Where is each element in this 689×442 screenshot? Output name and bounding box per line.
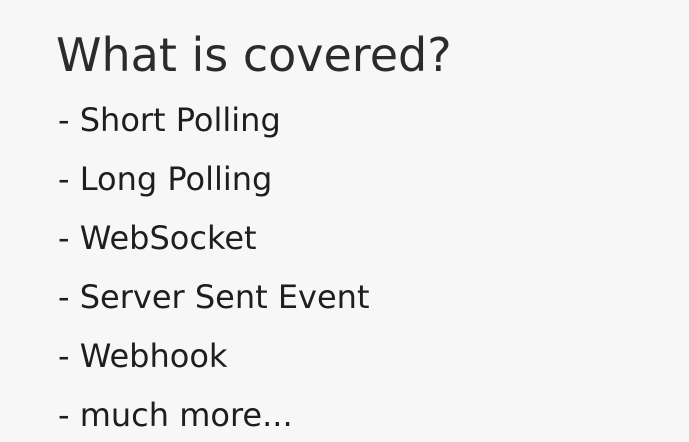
- list-item: - Long Polling: [58, 160, 273, 198]
- list-item: - Short Polling: [58, 101, 281, 139]
- list-item: - much more...: [58, 396, 293, 434]
- list-item: - Webhook: [58, 337, 228, 375]
- slide: What is covered? - Short Polling - Long …: [0, 0, 689, 442]
- list-item: - Server Sent Event: [58, 278, 370, 316]
- slide-title: What is covered?: [56, 28, 452, 82]
- topic-list: - Short Polling - Long Polling - WebSock…: [58, 94, 370, 442]
- list-item: - WebSocket: [58, 219, 257, 257]
